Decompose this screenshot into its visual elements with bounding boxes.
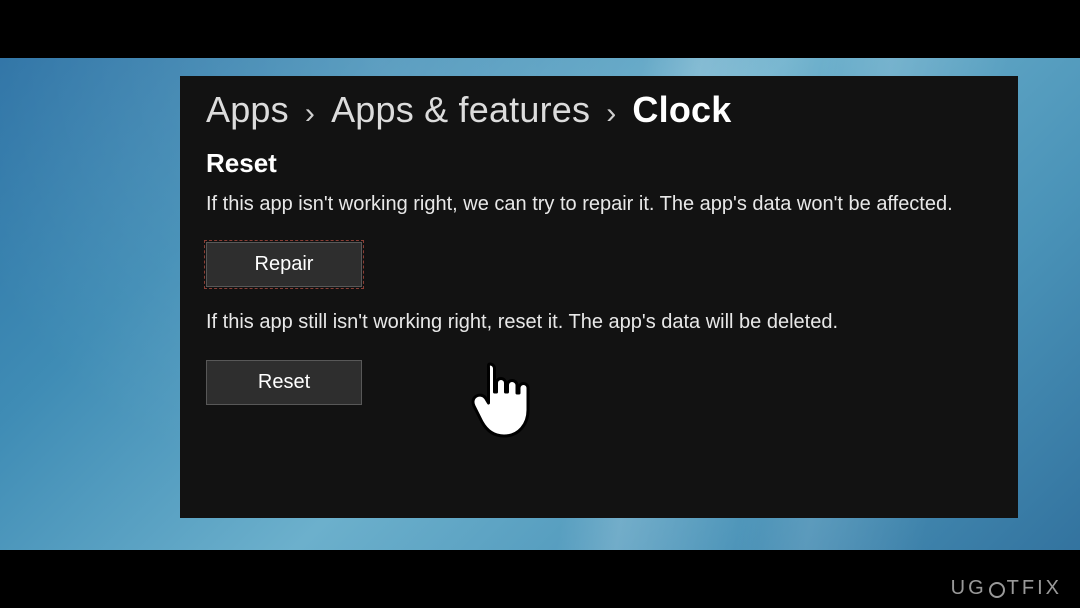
breadcrumb-apps[interactable]: Apps bbox=[206, 90, 289, 130]
settings-panel: Apps › Apps & features › Clock Reset If … bbox=[180, 76, 1018, 518]
desktop-wallpaper: Apps › Apps & features › Clock Reset If … bbox=[0, 0, 1080, 608]
breadcrumb-apps-features[interactable]: Apps & features bbox=[331, 90, 590, 130]
letterbox-bottom bbox=[0, 550, 1080, 608]
chevron-right-icon: › bbox=[305, 97, 315, 130]
reset-button[interactable]: Reset bbox=[206, 360, 362, 405]
letterbox-top bbox=[0, 0, 1080, 58]
repair-button[interactable]: Repair bbox=[206, 242, 362, 287]
breadcrumb-clock: Clock bbox=[632, 90, 731, 130]
watermark-text-post: TFIX bbox=[1007, 577, 1062, 600]
chevron-right-icon: › bbox=[606, 97, 616, 130]
watermark-text-pre: UG bbox=[951, 577, 987, 600]
watermark-ring-icon bbox=[989, 582, 1005, 598]
reset-heading: Reset bbox=[206, 148, 992, 179]
watermark: UG TFIX bbox=[951, 577, 1062, 600]
reset-description: If this app still isn't working right, r… bbox=[206, 309, 976, 336]
breadcrumb: Apps › Apps & features › Clock bbox=[206, 90, 992, 130]
repair-description: If this app isn't working right, we can … bbox=[206, 191, 976, 218]
